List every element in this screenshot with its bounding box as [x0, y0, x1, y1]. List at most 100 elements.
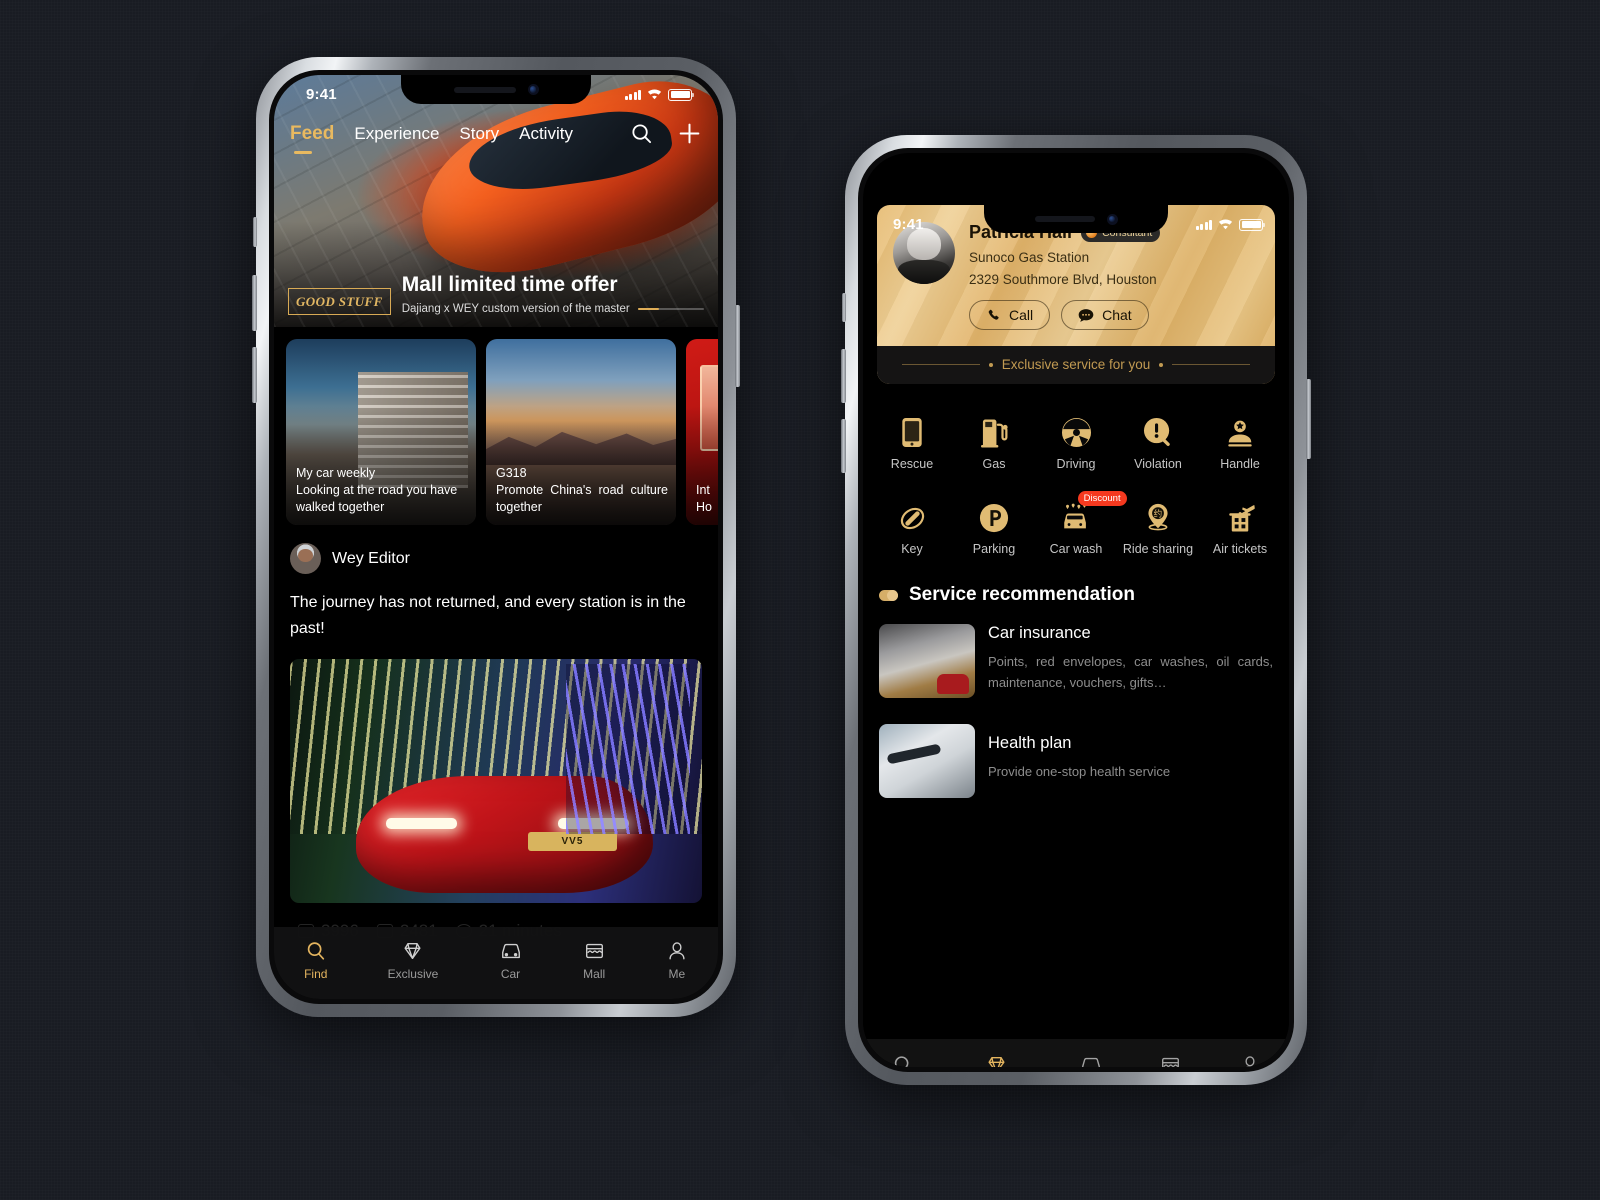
service-driving[interactable]: Driving: [1035, 404, 1117, 477]
headlight-right-icon: [557, 818, 629, 829]
tab-exclusive-label: Exclusive: [387, 966, 439, 981]
chat-bubble-icon: [1078, 308, 1094, 322]
tab-car[interactable]: Car: [499, 940, 523, 981]
battery-icon: [668, 88, 694, 101]
hero-banner[interactable]: Feed Experience Story Activity GOOD STUF…: [274, 75, 718, 327]
status-time: 9:41: [306, 86, 337, 103]
divider-dot-left: [988, 362, 993, 367]
wifi-icon: [1218, 219, 1233, 230]
parking-p-icon: [979, 499, 1009, 533]
service-key[interactable]: Key: [871, 489, 953, 562]
hero-title: Mall limited time offer: [401, 272, 618, 296]
cellular-bars-icon: [1195, 219, 1212, 230]
tab-find[interactable]: Find: [304, 940, 327, 981]
tab-feed[interactable]: Feed: [290, 123, 334, 154]
tab-me[interactable]: Me: [666, 940, 688, 981]
service-handle[interactable]: Handle: [1199, 404, 1281, 477]
chat-button[interactable]: Chat: [1061, 300, 1149, 330]
map-pin-icon: 约: [1143, 499, 1173, 533]
post-text: The journey has not returned, and every …: [290, 594, 686, 638]
battery-icon: [1239, 218, 1265, 231]
story-card-text: Int Ho: [696, 482, 718, 516]
service-grid-row-2: Key Parking Discount Car wash 约 Ride sha…: [871, 489, 1281, 562]
good-stuff-badge: GOOD STUFF: [288, 288, 391, 315]
tab-mall[interactable]: Mall: [1159, 1054, 1182, 1067]
person-icon: [669, 941, 685, 959]
story-card-text: My car weekly Looking at the road you ha…: [296, 465, 468, 516]
mute-switch[interactable]: [842, 293, 846, 322]
service-grid: Rescue Gas Driving Violation Handle Key …: [863, 384, 1289, 562]
recommendation-body: Car insurance Points, red envelopes, car…: [988, 624, 1273, 698]
tab-car[interactable]: Car: [1079, 1054, 1103, 1067]
discount-badge: Discount: [1077, 491, 1127, 506]
phone-left-bezel: 9:41 Feed Experience Story Activity GOOD…: [269, 70, 723, 1004]
search-icon[interactable]: [630, 122, 653, 145]
story-card-line1: My car weekly: [296, 466, 376, 481]
story-card[interactable]: My car weekly Looking at the road you ha…: [286, 339, 476, 525]
tab-exclusive[interactable]: Exclusive: [971, 1054, 1022, 1067]
diamond-icon: [404, 942, 421, 959]
story-card[interactable]: Int Ho: [686, 339, 718, 525]
service-car-wash[interactable]: Discount Car wash: [1035, 489, 1127, 562]
volume-up-button[interactable]: [841, 349, 846, 403]
tab-story[interactable]: Story: [459, 124, 499, 144]
consultant-station: Sunoco Gas Station: [969, 250, 1090, 265]
tab-mall[interactable]: Mall: [583, 940, 606, 981]
wifi-icon: [647, 89, 662, 100]
person-star-icon: [1225, 414, 1255, 448]
service-gas[interactable]: Gas: [953, 404, 1035, 477]
story-card-carousel[interactable]: My car weekly Looking at the road you ha…: [274, 327, 718, 525]
call-button[interactable]: Call: [969, 300, 1051, 330]
phone-icon: [988, 309, 999, 320]
exclamation-search-icon: [1143, 414, 1174, 448]
tab-experience[interactable]: Experience: [354, 124, 439, 144]
store-icon: [585, 943, 603, 958]
recommendation-body: Health plan Provide one-stop health serv…: [988, 724, 1273, 798]
story-card-line1: G318: [496, 466, 527, 481]
service-ride-sharing[interactable]: 约 Ride sharing: [1117, 489, 1199, 562]
tab-mall-label: Mall: [583, 966, 606, 981]
service-violation[interactable]: Violation: [1117, 404, 1199, 477]
volume-down-button[interactable]: [252, 347, 257, 403]
consultant-actions: Call Chat: [969, 300, 1259, 330]
service-parking-label: Parking: [972, 542, 1016, 556]
recommendation-item[interactable]: Car insurance Points, red envelopes, car…: [863, 606, 1289, 698]
plus-icon[interactable]: [677, 121, 702, 146]
divider-line-right: [1172, 364, 1251, 365]
tab-find[interactable]: Find: [891, 1054, 914, 1067]
phone-right: 9:41 Patricia Hall: [841, 135, 1311, 1085]
story-card-line2: Ho: [696, 500, 712, 515]
airplane-building-icon: [1225, 499, 1256, 533]
volume-down-button[interactable]: [841, 419, 846, 473]
phone-rescue-icon: [901, 414, 923, 448]
section-title: Service recommendation: [909, 584, 1135, 605]
svg-text:约: 约: [1154, 509, 1162, 519]
story-card-line2: Promote China's road culture together: [496, 483, 668, 515]
service-handle-label: Handle: [1220, 457, 1260, 471]
mute-switch[interactable]: [253, 217, 257, 247]
tab-exclusive[interactable]: Exclusive: [387, 940, 439, 981]
power-button[interactable]: [735, 305, 740, 387]
key-fob-icon: [898, 499, 927, 533]
story-card-line2: Looking at the road you have walked toge…: [296, 483, 458, 515]
service-car-wash-label: Car wash: [1049, 542, 1103, 556]
recommendation-image: [879, 724, 975, 798]
service-grid-row-1: Rescue Gas Driving Violation Handle: [871, 404, 1281, 477]
power-button[interactable]: [1306, 379, 1311, 459]
volume-up-button[interactable]: [252, 275, 257, 331]
service-driving-label: Driving: [1056, 457, 1096, 471]
tab-activity[interactable]: Activity: [519, 124, 573, 144]
service-rescue[interactable]: Rescue: [871, 404, 953, 477]
bottom-tabbar-left: Find Exclusive Car Mall Me: [274, 927, 718, 999]
story-card[interactable]: G318 Promote China's road culture togeth…: [486, 339, 676, 525]
top-nav: Feed Experience Story Activity: [274, 121, 718, 154]
avatar: [290, 543, 321, 574]
post-image[interactable]: VV5: [290, 658, 702, 903]
recommendation-item[interactable]: Health plan Provide one-stop health serv…: [863, 698, 1289, 798]
consultant-address: 2329 Southmore Blvd, Houston: [969, 272, 1157, 287]
post-author-row[interactable]: Wey Editor: [274, 525, 718, 574]
service-air-tickets[interactable]: Air tickets: [1199, 489, 1281, 562]
service-parking[interactable]: Parking: [953, 489, 1035, 562]
tab-me[interactable]: Me: [1239, 1054, 1261, 1067]
car-icon: [501, 943, 520, 958]
